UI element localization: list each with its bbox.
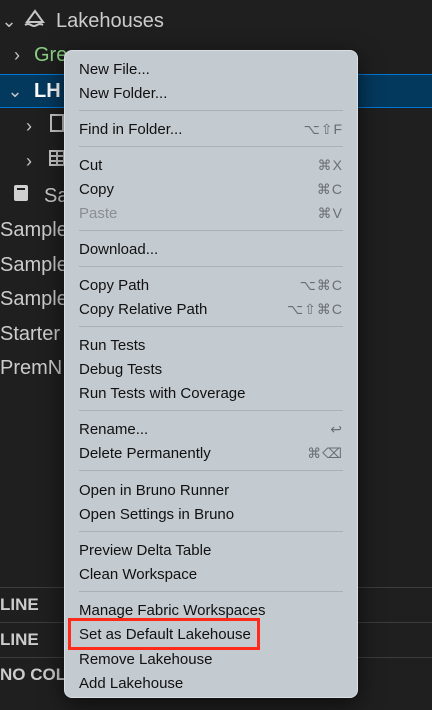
highlight-annotation-box: [68, 618, 260, 650]
menu-item-copy-relative-path[interactable]: Copy Relative Path ⌥⇧⌘C: [79, 298, 343, 320]
screen: ⌄ Lakehouses › Gre ⌄ LH › › Sa Sample Sa…: [0, 0, 432, 710]
menu-item-label: Open in Bruno Runner: [79, 481, 230, 499]
menu-item-label: Add Lakehouse: [79, 674, 184, 692]
chevron-right-icon: ›: [14, 44, 20, 65]
menu-item-shortcut: ⌥⇧F: [303, 120, 343, 137]
menu-item-download[interactable]: Download...: [79, 238, 343, 260]
menu-item-copy[interactable]: Copy ⌘C: [79, 178, 343, 200]
menu-item-label: Download...: [79, 240, 159, 258]
menu-separator: [79, 266, 343, 267]
menu-item-run-tests[interactable]: Run Tests: [79, 334, 343, 356]
menu-item-preview-delta-table[interactable]: Preview Delta Table: [79, 539, 343, 561]
menu-item-remove-lakehouse[interactable]: Remove Lakehouse: [79, 648, 343, 670]
tree-label-item1: Gre: [34, 43, 68, 66]
menu-item-label: Find in Folder...: [79, 120, 183, 138]
chevron-down-icon: ⌄: [7, 80, 23, 101]
menu-item-add-lakehouse[interactable]: Add Lakehouse: [79, 672, 343, 694]
tree-label-starter: Starter: [0, 322, 61, 345]
menu-item-label: Open Settings in Bruno: [79, 505, 235, 523]
menu-item-shortcut: ⌘X: [317, 156, 343, 173]
tree-row-premn[interactable]: PremN: [0, 352, 62, 384]
menu-item-shortcut: ⌘⌫: [307, 444, 343, 461]
section-label: LINE: [0, 630, 39, 649]
menu-separator: [79, 230, 343, 231]
tree-row-item3[interactable]: Sa: [12, 180, 68, 212]
tree-row-tables[interactable]: ›: [20, 145, 66, 177]
menu-item-shortcut: ⌘V: [317, 204, 343, 221]
menu-separator: [79, 146, 343, 147]
menu-item-shortcut: ⌥⇧⌘C: [287, 300, 343, 317]
chevron-down-icon: ⌄: [1, 10, 17, 31]
menu-item-label: Remove Lakehouse: [79, 650, 213, 668]
menu-item-label: Preview Delta Table: [79, 541, 212, 559]
menu-item-delete-permanently[interactable]: Delete Permanently ⌘⌫: [79, 442, 343, 464]
tree-row-item1[interactable]: › Gre: [8, 39, 67, 71]
tree-label-premn: PremN: [0, 356, 63, 379]
menu-item-new-file[interactable]: New File...: [79, 58, 343, 80]
menu-item-run-tests-with-coverage[interactable]: Run Tests with Coverage: [79, 382, 343, 404]
menu-item-cut[interactable]: Cut ⌘X: [79, 154, 343, 176]
menu-item-shortcut: ⌘C: [316, 180, 343, 197]
menu-item-label: Debug Tests: [79, 360, 163, 378]
menu-item-label: Copy Path: [79, 276, 150, 294]
menu-item-debug-tests[interactable]: Debug Tests: [79, 358, 343, 380]
menu-item-label: Copy Relative Path: [79, 300, 208, 318]
menu-item-shortcut: ↩: [330, 420, 343, 437]
menu-item-rename[interactable]: Rename... ↩: [79, 418, 343, 440]
menu-item-label: Delete Permanently: [79, 444, 211, 462]
tree-label-lakehouses: Lakehouses: [56, 9, 164, 32]
menu-item-label: Rename...: [79, 420, 149, 438]
notebook-icon: [12, 183, 30, 209]
tree-row-sample-1[interactable]: Sample: [0, 214, 68, 246]
menu-item-copy-path[interactable]: Copy Path ⌥⌘C: [79, 274, 343, 296]
menu-item-label: Clean Workspace: [79, 565, 198, 583]
menu-separator: [79, 326, 343, 327]
chevron-right-icon: ›: [26, 150, 32, 171]
tree-row-sample-3[interactable]: Sample: [0, 283, 68, 315]
tree-label-sample: Sample: [0, 287, 68, 310]
menu-item-open-in-bruno-runner[interactable]: Open in Bruno Runner: [79, 479, 343, 501]
menu-item-label: Paste: [79, 204, 118, 222]
menu-item-shortcut: ⌥⌘C: [299, 276, 343, 293]
tree-row-starter[interactable]: Starter: [0, 318, 60, 350]
menu-separator: [79, 591, 343, 592]
menu-item-label: New File...: [79, 60, 150, 78]
chevron-right-icon: ›: [26, 115, 32, 136]
menu-item-label: Manage Fabric Workspaces: [79, 601, 266, 619]
tree-label-sample: Sample: [0, 218, 68, 241]
menu-item-label: Run Tests: [79, 336, 146, 354]
menu-item-find-in-folder[interactable]: Find in Folder... ⌥⇧F: [79, 118, 343, 140]
context-menu: New File... New Folder... Find in Folder…: [64, 50, 358, 698]
tree-row-lakehouses[interactable]: ⌄ Lakehouses: [0, 5, 164, 37]
menu-item-new-folder[interactable]: New Folder...: [79, 82, 343, 104]
tree-row-files[interactable]: ›: [20, 110, 66, 142]
section-label: LINE: [0, 595, 39, 614]
menu-item-label: Copy: [79, 180, 115, 198]
menu-separator: [79, 531, 343, 532]
section-label: NO COL: [0, 665, 67, 684]
tree-label-item2: LH: [34, 79, 61, 102]
menu-separator: [79, 410, 343, 411]
menu-item-paste: Paste ⌘V: [79, 202, 343, 224]
menu-item-open-settings-in-bruno[interactable]: Open Settings in Bruno: [79, 503, 343, 525]
menu-separator: [79, 110, 343, 111]
menu-item-clean-workspace[interactable]: Clean Workspace: [79, 563, 343, 585]
lakehouse-icon: [24, 8, 46, 34]
tree-label-sample: Sample: [0, 253, 68, 276]
tree-row-sample-2[interactable]: Sample: [0, 249, 68, 281]
menu-item-label: New Folder...: [79, 84, 168, 102]
menu-item-label: Run Tests with Coverage: [79, 384, 246, 402]
menu-item-label: Cut: [79, 156, 103, 174]
menu-separator: [79, 470, 343, 471]
